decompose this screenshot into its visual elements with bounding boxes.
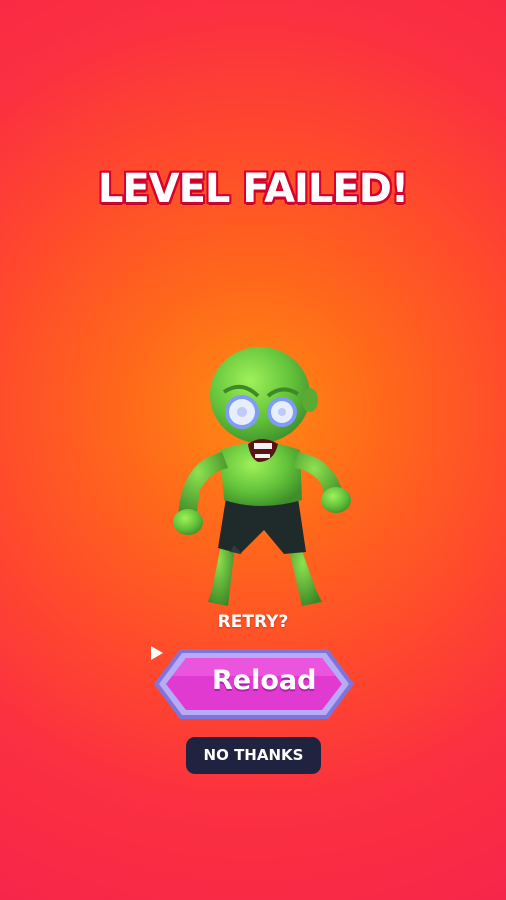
no-thanks-button[interactable]: NO THANKS: [186, 737, 321, 774]
zombie-character: [173, 347, 351, 606]
level-failed-screen: LEVEL FAILED! RETRY? Reload NO THANKS: [0, 0, 506, 900]
reload-button-label: Reload: [212, 665, 317, 696]
level-failed-title: LEVEL FAILED!: [97, 166, 409, 212]
retry-prompt: RETRY?: [217, 612, 289, 632]
play-icon: [151, 646, 163, 660]
reload-button[interactable]: Reload: [150, 645, 358, 723]
